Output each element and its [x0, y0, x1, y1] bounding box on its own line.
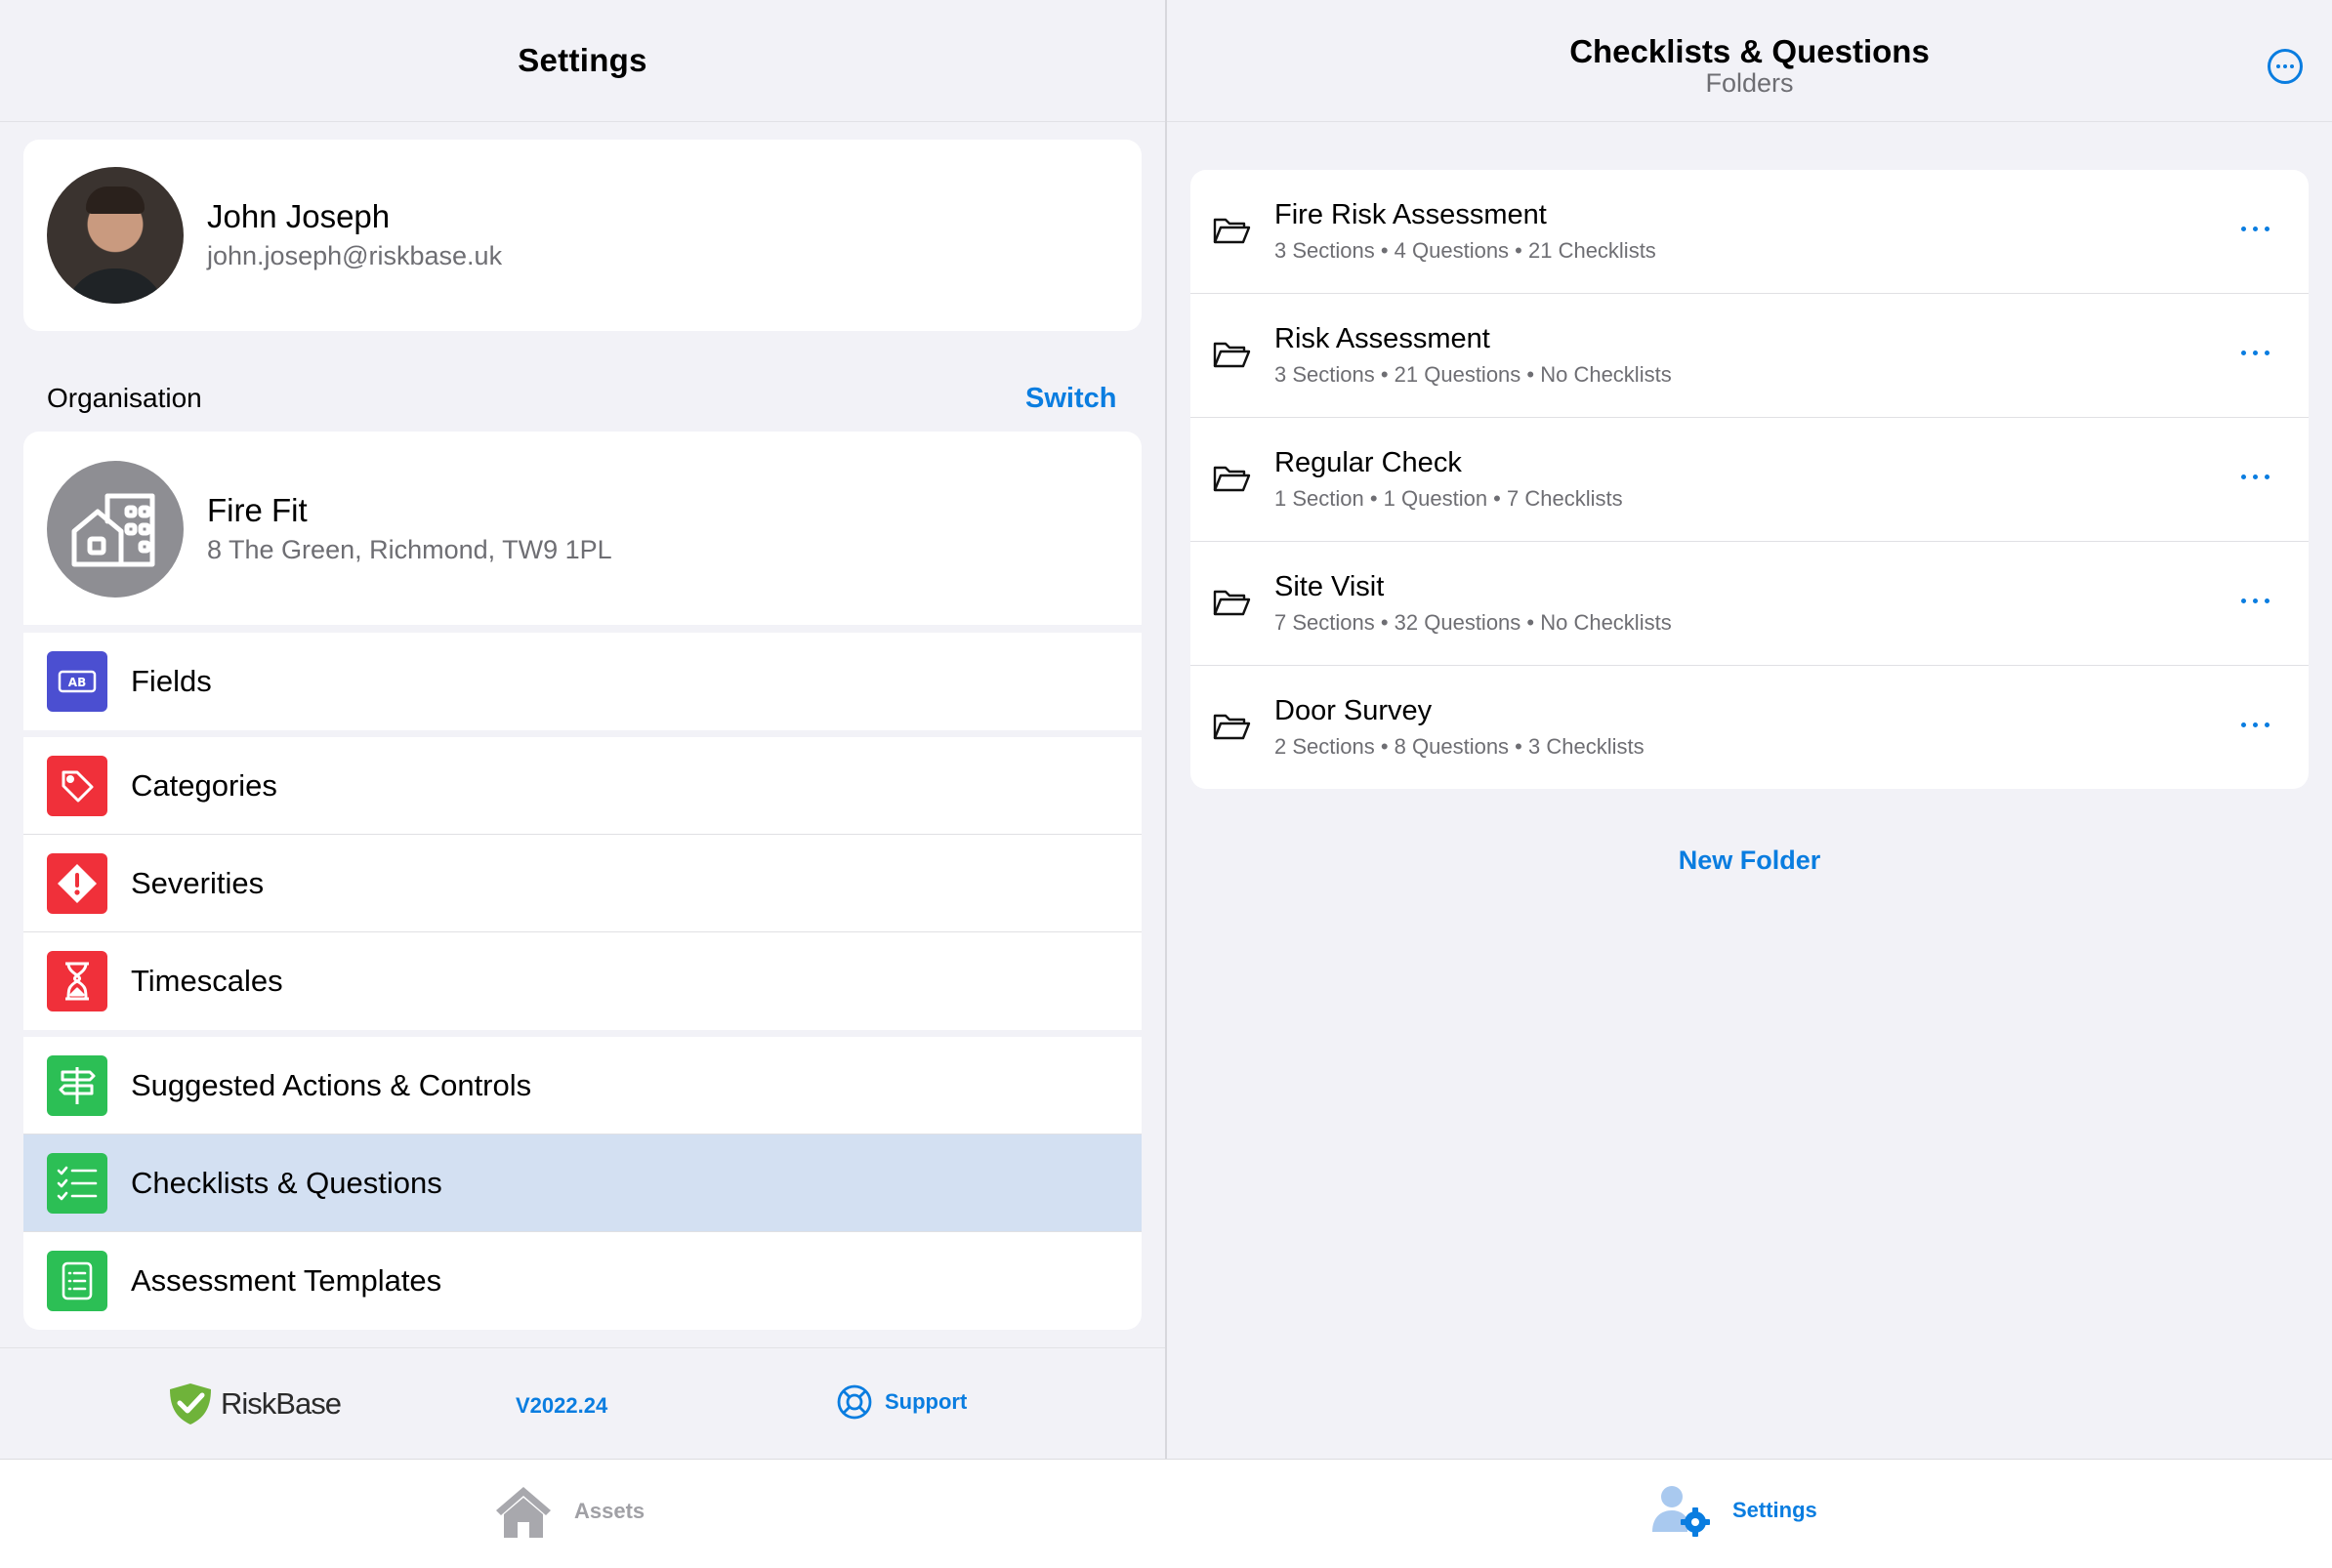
folder-icon	[1213, 466, 1251, 492]
version-label[interactable]: V2022.24	[516, 1393, 607, 1419]
folder-row[interactable]: Regular Check 1 Section • 1 Question • 7…	[1190, 418, 2309, 542]
shield-check-icon	[170, 1383, 211, 1424]
tab-settings[interactable]: Settings	[1650, 1483, 1817, 1538]
folder-name: Fire Risk Assessment	[1274, 199, 1547, 230]
folder-more-icon[interactable]	[2241, 598, 2270, 603]
settings-header: Settings	[0, 0, 1165, 122]
folders-list: Fire Risk Assessment 3 Sections • 4 Ques…	[1190, 170, 2309, 789]
menu-group-classification: Categories Severities Timescales	[23, 737, 1142, 1030]
tab-label-settings: Settings	[1732, 1498, 1817, 1522]
folder-meta: 7 Sections • 32 Questions • No Checklist…	[1274, 610, 1672, 635]
folder-more-icon[interactable]	[2241, 227, 2270, 231]
pane-divider	[1165, 0, 1167, 1459]
support-button[interactable]: Support	[836, 1383, 967, 1421]
menu-item-suggested-actions[interactable]: Suggested Actions & Controls	[23, 1037, 1142, 1135]
signpost-icon	[47, 1055, 107, 1116]
profile-card[interactable]: John Joseph john.joseph@riskbase.uk	[23, 140, 1142, 331]
tab-label-assets: Assets	[574, 1499, 645, 1523]
lifebuoy-icon	[837, 1384, 872, 1420]
riskbase-logo: RiskBase	[166, 1382, 342, 1426]
menu-item-severities[interactable]: Severities	[23, 835, 1142, 932]
house-icon	[496, 1487, 551, 1538]
menu-label-suggested-actions: Suggested Actions & Controls	[131, 1067, 532, 1102]
tag-icon	[47, 756, 107, 816]
detail-header: Checklists & Questions Folders	[1167, 0, 2332, 122]
document-list-icon	[47, 1251, 107, 1311]
menu-label-severities: Severities	[131, 865, 265, 900]
avatar	[47, 167, 184, 304]
menu-label-fields: Fields	[131, 664, 212, 698]
menu-label-assessment-templates: Assessment Templates	[131, 1263, 442, 1298]
menu-item-timescales[interactable]: Timescales	[23, 932, 1142, 1030]
organisation-label: Organisation	[47, 383, 202, 413]
folder-row[interactable]: Risk Assessment 3 Sections • 21 Question…	[1190, 294, 2309, 418]
folder-name: Regular Check	[1274, 447, 1462, 478]
profile-name: John Joseph	[207, 198, 391, 234]
folder-name: Site Visit	[1274, 571, 1385, 602]
more-options-icon[interactable]	[2268, 49, 2303, 84]
folder-meta: 3 Sections • 4 Questions • 21 Checklists	[1274, 238, 1656, 263]
folder-icon	[1213, 218, 1251, 244]
menu-label-timescales: Timescales	[131, 964, 283, 998]
folder-icon	[1213, 342, 1251, 368]
detail-subtitle: Folders	[1705, 68, 1794, 98]
menu-item-checklists[interactable]: Checklists & Questions	[23, 1135, 1142, 1232]
folder-icon	[1213, 590, 1251, 616]
support-label: Support	[885, 1389, 968, 1414]
switch-button[interactable]: Switch	[1025, 383, 1116, 415]
hourglass-icon	[47, 951, 107, 1011]
menu-item-categories[interactable]: Categories	[23, 737, 1142, 835]
menu-item-fields[interactable]: AB Fields	[23, 633, 1142, 730]
organisation-card[interactable]: Fire Fit 8 The Green, Richmond, TW9 1PL	[23, 432, 1142, 625]
folder-meta: 3 Sections • 21 Questions • No Checklist…	[1274, 362, 1672, 387]
folder-row[interactable]: Fire Risk Assessment 3 Sections • 4 Ques…	[1190, 170, 2309, 294]
person-gear-icon	[1652, 1486, 1710, 1537]
building-icon	[47, 461, 184, 598]
detail-title: Checklists & Questions	[1569, 33, 1930, 69]
folder-icon	[1213, 714, 1251, 740]
brand-name: RiskBase	[221, 1386, 342, 1421]
folder-meta: 2 Sections • 8 Questions • 3 Checklists	[1274, 734, 1645, 759]
folder-meta: 1 Section • 1 Question • 7 Checklists	[1274, 486, 1623, 511]
tab-bar: Assets Settings	[0, 1459, 2332, 1568]
menu-label-checklists: Checklists & Questions	[131, 1165, 442, 1200]
menu-label-categories: Categories	[131, 767, 277, 803]
svg-text:AB: AB	[68, 676, 86, 689]
folder-more-icon[interactable]	[2241, 722, 2270, 727]
menu-group-content: Suggested Actions & Controls Checklists …	[23, 1037, 1142, 1330]
tab-assets[interactable]: Assets	[492, 1483, 645, 1540]
menu-group-fields: AB Fields	[23, 633, 1142, 730]
menu-item-assessment-templates[interactable]: Assessment Templates	[23, 1232, 1142, 1330]
page-title: Settings	[518, 42, 647, 78]
settings-footer: RiskBase V2022.24 Support	[0, 1347, 1165, 1459]
new-folder-button[interactable]: New Folder	[1167, 846, 2332, 876]
profile-email: john.joseph@riskbase.uk	[207, 241, 503, 270]
fields-icon: AB	[47, 651, 107, 712]
folder-more-icon[interactable]	[2241, 351, 2270, 355]
folder-more-icon[interactable]	[2241, 475, 2270, 479]
settings-pane: Settings John Joseph john.joseph@riskbas…	[0, 0, 1165, 1459]
folder-name: Door Survey	[1274, 695, 1433, 726]
warning-diamond-icon	[47, 853, 107, 914]
folder-row[interactable]: Site Visit 7 Sections • 32 Questions • N…	[1190, 542, 2309, 666]
organisation-address: 8 The Green, Richmond, TW9 1PL	[207, 535, 612, 564]
checklist-icon	[47, 1153, 107, 1214]
organisation-name: Fire Fit	[207, 492, 308, 528]
folder-name: Risk Assessment	[1274, 323, 1490, 354]
folder-row[interactable]: Door Survey 2 Sections • 8 Questions • 3…	[1190, 666, 2309, 789]
